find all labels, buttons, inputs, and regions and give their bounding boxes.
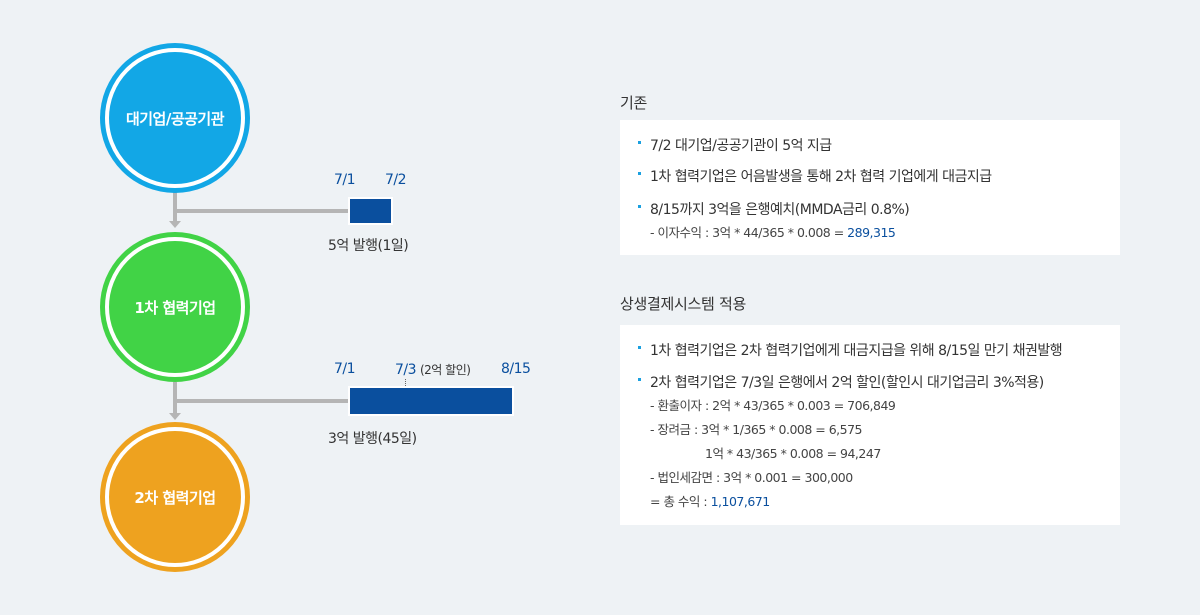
existing-panel: 7/2 대기업/공공기관이 5억 지급 1차 협력기업은 어음발생을 통해 2차… — [620, 120, 1120, 255]
system-total-label: = 총 수익 : — [650, 494, 711, 509]
node-tier2-label: 2차 협력기업 — [134, 488, 216, 507]
flow2-date-mid-note: (2억 할인) — [419, 363, 471, 377]
system-panel: 1차 협력기업은 2차 협력기업에게 대금지급을 위해 8/15일 만기 채권발… — [620, 325, 1120, 525]
flow1-caption: 5억 발행(1일) — [328, 238, 409, 254]
connector-branch-1 — [175, 209, 350, 213]
arrow-down-icon — [169, 221, 181, 228]
node-large-company-label: 대기업/공공기관 — [125, 109, 225, 128]
system-detail-4: - 법인세감면 : 3억 * 0.001 = 300,000 — [650, 470, 853, 485]
node-tier2: 2차 협력기업 — [105, 427, 245, 567]
flow1-date-start: 7/1 — [334, 172, 356, 188]
flow2-date-mid-value: 7/3 — [395, 362, 417, 378]
system-total-line: = 총 수익 : 1,107,671 — [650, 491, 770, 510]
flow2-date-mid: 7/3 (2억 할인) — [395, 361, 471, 378]
existing-item-1: 7/2 대기업/공공기관이 5억 지급 — [638, 135, 832, 155]
system-detail-3: 1억 * 43/365 * 0.008 = 94,247 — [705, 446, 881, 461]
system-detail-1: - 환출이자 : 2억 * 43/365 * 0.003 = 706,849 — [650, 398, 896, 413]
existing-interest-label: - 이자수익 : 3억 * 44/365 * 0.008 = — [650, 225, 848, 240]
connector-line-1 — [173, 192, 177, 222]
node-tier1: 1차 협력기업 — [105, 237, 245, 377]
flow2-caption: 3억 발행(45일) — [328, 431, 417, 447]
system-item-1: 1차 협력기업은 2차 협력기업에게 대금지급을 위해 8/15일 만기 채권발… — [637, 340, 1063, 360]
system-total-value: 1,107,671 — [710, 494, 771, 509]
existing-title: 기존 — [620, 94, 648, 112]
connector-line-2 — [173, 382, 177, 414]
flow2-mid-marker — [405, 379, 406, 388]
node-large-company: 대기업/공공기관 — [105, 48, 245, 188]
flow1-date-end: 7/2 — [385, 172, 407, 188]
arrow-down-icon — [169, 413, 181, 420]
connector-branch-2 — [175, 399, 350, 403]
flow2-bar — [348, 386, 514, 416]
flow1-bar — [348, 197, 393, 225]
existing-item-2: 1차 협력기업은 어음발생을 통해 2차 협력 기업에게 대금지급 — [638, 166, 992, 186]
flow2-date-end: 8/15 — [501, 361, 531, 377]
system-item-2: 2차 협력기업은 7/3일 은행에서 2억 할인(할인시 대기업금리 3%적용) — [638, 372, 1044, 392]
flow2-date-start: 7/1 — [334, 361, 356, 377]
existing-interest-value: 289,315 — [847, 225, 896, 240]
node-tier1-label: 1차 협력기업 — [134, 298, 216, 317]
existing-item-3: 8/15까지 3억을 은행예치(MMDA금리 0.8%) — [637, 199, 910, 219]
system-title: 상생결제시스템 적용 — [620, 295, 746, 313]
system-detail-2: - 장려금 : 3억 * 1/365 * 0.008 = 6,575 — [650, 422, 863, 437]
existing-interest-line: - 이자수익 : 3억 * 44/365 * 0.008 = 289,315 — [650, 222, 896, 241]
